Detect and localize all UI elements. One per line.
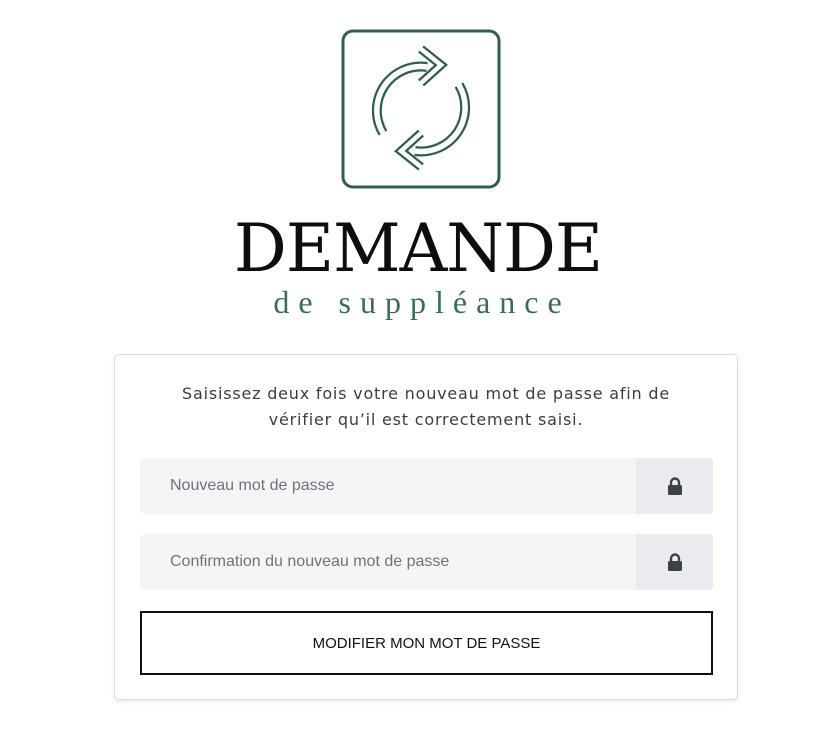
- change-password-button[interactable]: MODIFIER MON MOT DE PASSE: [140, 611, 713, 675]
- lock-icon: [667, 553, 682, 571]
- new-password-addon: [636, 458, 713, 514]
- new-password-field: [140, 458, 713, 514]
- confirm-password-input[interactable]: [140, 534, 636, 590]
- brand-logo: DEMANDE de suppléance: [0, 0, 836, 330]
- confirm-password-field: [140, 534, 713, 590]
- instructions-text: Saisissez deux fois votre nouveau mot de…: [182, 384, 670, 429]
- brand-title: DEMANDE: [233, 210, 603, 287]
- page: DEMANDE de suppléance Saisissez deux foi…: [0, 0, 836, 746]
- password-reset-card: Saisissez deux fois votre nouveau mot de…: [114, 354, 738, 700]
- confirm-password-addon: [636, 534, 713, 590]
- refresh-arrows-icon: [341, 29, 501, 189]
- brand-subtitle: de suppléance: [273, 284, 571, 320]
- new-password-input[interactable]: [140, 458, 636, 514]
- lock-icon: [667, 477, 682, 495]
